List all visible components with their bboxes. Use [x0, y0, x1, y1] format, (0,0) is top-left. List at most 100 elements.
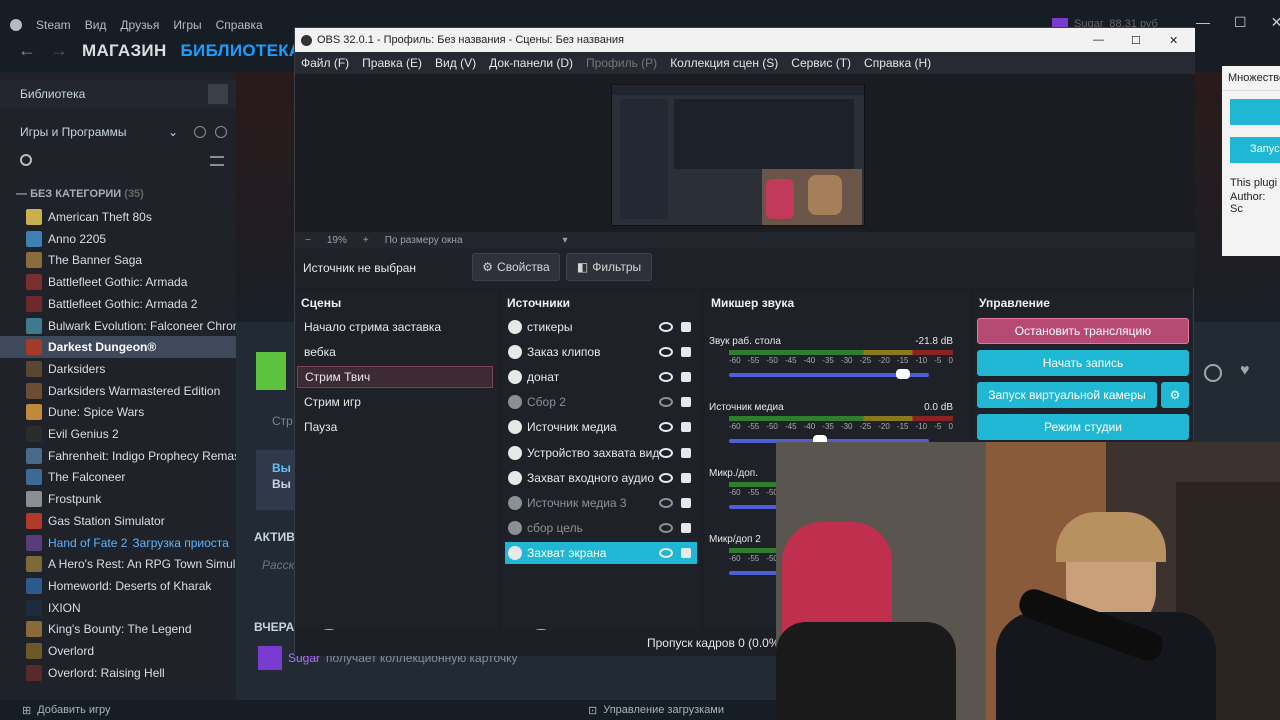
source-item[interactable]: стикеры: [505, 316, 697, 338]
game-list-item[interactable]: Homeworld: Deserts of Kharak: [0, 575, 236, 597]
source-item[interactable]: Сбор 2: [505, 391, 697, 413]
game-list-item[interactable]: Bulwark Evolution: Falconeer Chror: [0, 315, 236, 337]
play-icon[interactable]: [215, 126, 227, 138]
game-list-item[interactable]: Frostpunk: [0, 488, 236, 510]
zoom-fit-select[interactable]: По размеру окна: [385, 235, 463, 246]
source-item[interactable]: донат: [505, 366, 697, 388]
menu-steam[interactable]: Steam: [36, 18, 71, 32]
game-list-item[interactable]: IXION: [0, 597, 236, 619]
search-icon[interactable]: [20, 154, 32, 166]
game-list-item[interactable]: Gas Station Simulator: [0, 510, 236, 532]
lock-icon[interactable]: [681, 497, 691, 508]
game-list-item[interactable]: Battlefleet Gothic: Armada: [0, 271, 236, 293]
visibility-eye-icon[interactable]: [659, 472, 673, 483]
library-home[interactable]: Библиотека: [0, 80, 236, 108]
menu-view[interactable]: Вид: [85, 18, 107, 32]
game-list-item[interactable]: Darksiders Warmastered Edition: [0, 380, 236, 402]
game-list-item[interactable]: The Falconeer: [0, 466, 236, 488]
forward-arrow-icon[interactable]: →: [50, 40, 68, 61]
lock-icon[interactable]: [681, 422, 691, 433]
plugin-cyan-button[interactable]: [1230, 99, 1280, 125]
source-item[interactable]: Захват экрана: [505, 541, 697, 564]
play-button[interactable]: [256, 352, 286, 390]
scene-item[interactable]: вебка: [297, 341, 493, 363]
heart-icon[interactable]: ♥: [1240, 362, 1250, 380]
source-item[interactable]: Устройство захвата вид: [505, 442, 697, 464]
game-list-item[interactable]: Dune: Spice Wars: [0, 401, 236, 423]
volume-knob[interactable]: [896, 369, 911, 379]
game-list-item[interactable]: Overlord: Raising Hell: [0, 662, 236, 684]
nav-store[interactable]: МАГАЗИН: [82, 41, 167, 61]
visibility-eye-icon[interactable]: [659, 497, 673, 508]
grid-icon[interactable]: [208, 84, 228, 104]
menu-friends[interactable]: Друзья: [120, 18, 159, 32]
category-header[interactable]: — БЕЗ КАТЕГОРИИ (35): [16, 188, 144, 200]
obs-menu-file[interactable]: Файл (F): [301, 56, 349, 70]
game-list-item[interactable]: Evil Genius 2: [0, 423, 236, 445]
obs-menu-profile[interactable]: Профиль (P): [586, 56, 657, 70]
studio-mode-button[interactable]: Режим студии: [977, 414, 1189, 440]
visibility-eye-icon[interactable]: [659, 372, 673, 383]
source-item[interactable]: Захват входного аудио: [505, 467, 697, 489]
obs-menu-view[interactable]: Вид (V): [435, 56, 476, 70]
source-item[interactable]: сбор цель: [505, 517, 697, 539]
scene-item[interactable]: Стрим Твич: [297, 366, 493, 388]
visibility-eye-icon[interactable]: [659, 397, 673, 408]
stop-stream-button[interactable]: Остановить трансляцию: [977, 318, 1189, 344]
zoom-in-icon[interactable]: +: [363, 235, 369, 246]
lock-icon[interactable]: [681, 372, 691, 383]
filter-dropdown[interactable]: Игры и Программы ⌄: [0, 120, 236, 144]
obs-menu-docks[interactable]: Док-панели (D): [489, 56, 573, 70]
info-icon[interactable]: [1204, 364, 1222, 382]
visibility-eye-icon[interactable]: [659, 422, 673, 433]
game-list-item[interactable]: Darksiders: [0, 358, 236, 380]
clock-icon[interactable]: [194, 126, 206, 138]
obs-menu-edit[interactable]: Правка (E): [362, 56, 422, 70]
preview-canvas[interactable]: [611, 84, 865, 226]
search-row[interactable]: [0, 150, 236, 174]
back-arrow-icon[interactable]: ←: [18, 40, 36, 61]
source-item[interactable]: Источник медиа 3: [505, 492, 697, 514]
filter-lines-icon[interactable]: [210, 156, 224, 166]
scene-item[interactable]: Пауза: [297, 416, 493, 438]
source-item[interactable]: Источник медиа: [505, 416, 697, 438]
lock-icon[interactable]: [681, 447, 691, 458]
add-game-button[interactable]: ⊞ Добавить игру: [22, 704, 111, 717]
scene-item[interactable]: Стрим игр: [297, 391, 493, 413]
downloads-button[interactable]: ⊡ Управление загрузками: [588, 704, 724, 717]
virtual-camera-button[interactable]: Запуск виртуальной камеры: [977, 382, 1157, 408]
visibility-eye-icon[interactable]: [659, 522, 673, 533]
plugin-launch-button[interactable]: Запус: [1230, 137, 1280, 163]
close-icon[interactable]: ✕: [1271, 14, 1280, 31]
game-list-item[interactable]: King's Bounty: The Legend: [0, 618, 236, 640]
maximize-icon[interactable]: ☐: [1234, 14, 1247, 31]
visibility-eye-icon[interactable]: [659, 447, 673, 458]
activity-hint[interactable]: Расск: [262, 558, 294, 572]
visibility-eye-icon[interactable]: [659, 347, 673, 358]
filters-button[interactable]: ◧ Фильтры: [566, 253, 652, 281]
visibility-eye-icon[interactable]: [659, 547, 673, 558]
game-list-item[interactable]: Overlord: [0, 640, 236, 662]
game-list-item[interactable]: Battlefleet Gothic: Armada 2: [0, 293, 236, 315]
obs-close-icon[interactable]: ✕: [1169, 34, 1178, 47]
game-list-item[interactable]: The Banner Saga: [0, 249, 236, 271]
scene-item[interactable]: Начало стрима заставка: [297, 316, 493, 338]
lock-icon[interactable]: [681, 472, 691, 483]
volume-slider[interactable]: [729, 369, 929, 379]
lock-icon[interactable]: [681, 522, 691, 533]
game-list-item[interactable]: Darkest Dungeon®: [0, 336, 236, 359]
zoom-out-icon[interactable]: −: [305, 235, 311, 246]
lock-icon[interactable]: [681, 397, 691, 408]
nav-library[interactable]: БИБЛИОТЕКА: [181, 41, 302, 61]
game-list-item[interactable]: American Theft 80s: [0, 206, 236, 228]
start-recording-button[interactable]: Начать запись: [977, 350, 1189, 376]
menu-help[interactable]: Справка: [216, 18, 263, 32]
menu-games[interactable]: Игры: [173, 18, 201, 32]
obs-minimize-icon[interactable]: —: [1093, 34, 1104, 46]
obs-menu-scene-collection[interactable]: Коллекция сцен (S): [670, 56, 778, 70]
game-list-item[interactable]: Fahrenheit: Indigo Prophecy Remas: [0, 445, 236, 467]
lock-icon[interactable]: [681, 547, 691, 558]
dropdown-arrow-icon[interactable]: ▾: [563, 235, 568, 246]
virtual-camera-settings-button[interactable]: ⚙: [1161, 382, 1189, 408]
minimize-icon[interactable]: —: [1196, 14, 1210, 31]
